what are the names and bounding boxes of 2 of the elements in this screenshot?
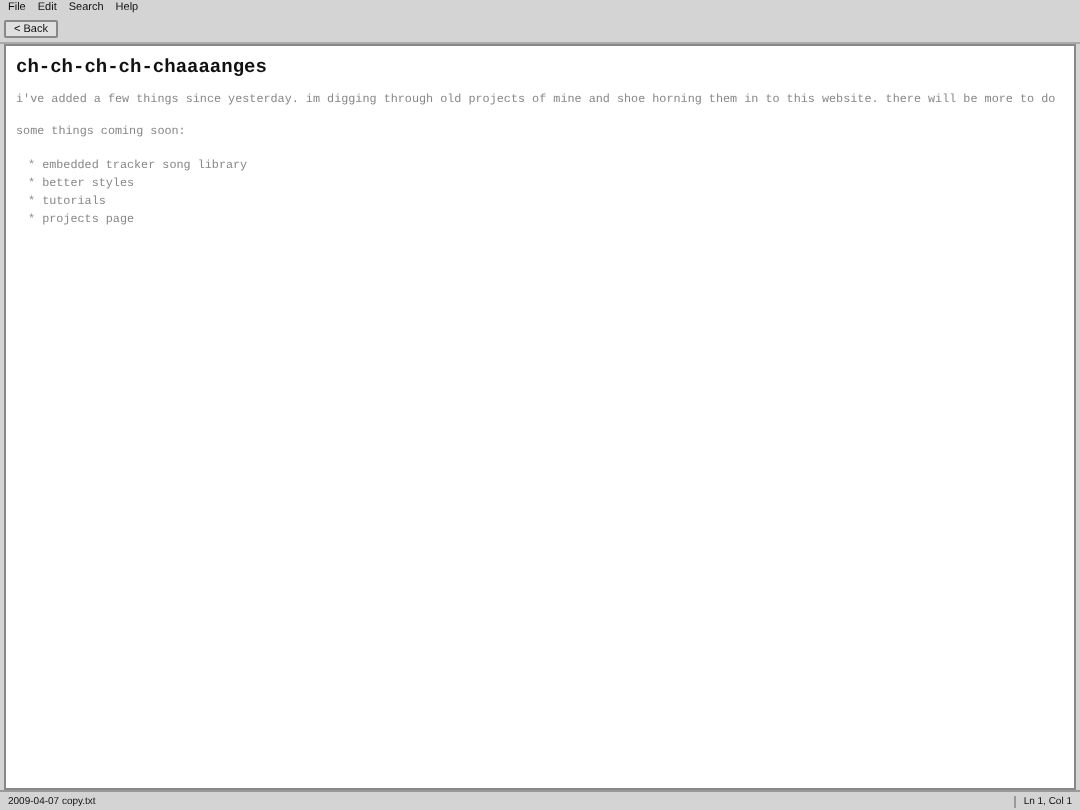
text-editor[interactable] [4, 44, 1076, 790]
document-title: ch-ch-ch-ch-chaaaanges [16, 56, 269, 78]
